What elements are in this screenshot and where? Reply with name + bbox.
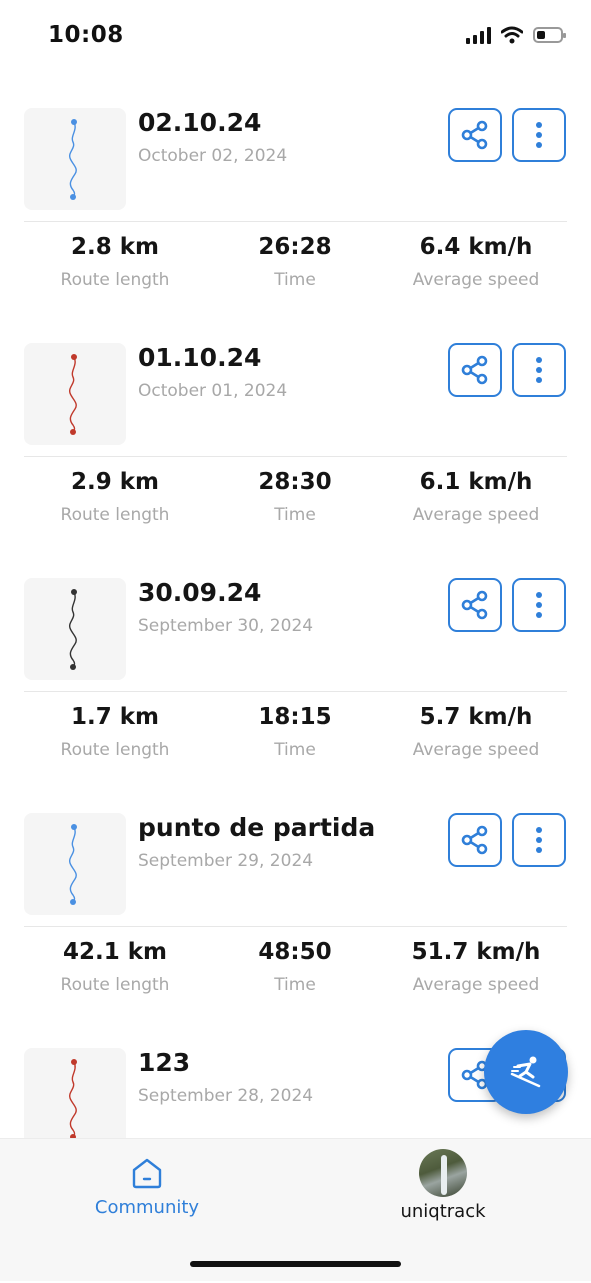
stat-time: 18:15 Time [205,704,385,760]
route-line [68,1059,77,1140]
share-icon [461,120,488,150]
time-label: Time [274,975,316,995]
share-button[interactable] [448,108,502,162]
stat-average-speed: 51.7 km/h Average speed [386,939,566,995]
time-label: Time [274,740,316,760]
speed-value: 51.7 km/h [411,939,541,965]
speed-value: 5.7 km/h [419,704,533,730]
nav-profile[interactable]: uniqtrack [378,1149,508,1222]
route-length-label: Route length [60,740,170,760]
share-icon [461,825,488,855]
stat-average-speed: 5.7 km/h Average speed [386,704,566,760]
route-thumbnail[interactable] [24,813,126,915]
stat-route-length: 2.9 km Route length [25,469,205,525]
stat-route-length: 2.8 km Route length [25,234,205,290]
route-length-label: Route length [60,975,170,995]
speed-label: Average speed [412,270,540,290]
nav-profile-label: uniqtrack [400,1201,486,1222]
track-date: September 29, 2024 [138,851,314,871]
track-date: September 30, 2024 [138,616,314,636]
share-button[interactable] [448,578,502,632]
speed-value: 6.1 km/h [419,469,533,495]
speed-value: 6.4 km/h [419,234,533,260]
status-bar: 10:08 [0,0,591,76]
wifi-icon [501,26,523,44]
track-card[interactable]: 02.10.24 October 02, 2024 2.8 km Route l… [0,108,591,343]
route-length-value: 2.9 km [70,469,159,495]
more-options-button[interactable] [512,578,566,632]
nav-community[interactable]: Community [76,1157,218,1218]
time-value: 18:15 [258,704,332,730]
home-indicator [190,1261,401,1267]
track-date: October 02, 2024 [138,146,288,166]
route-length-value: 42.1 km [62,939,168,965]
route-thumbnail[interactable] [24,343,126,445]
route-thumbnail[interactable] [24,108,126,210]
stat-time: 26:28 Time [205,234,385,290]
stat-time: 28:30 Time [205,469,385,525]
bottom-nav: Community uniqtrack [0,1138,591,1281]
more-vertical-icon [536,592,542,618]
status-time: 10:08 [48,22,124,48]
share-icon [461,590,488,620]
status-icons [466,26,566,44]
divider [24,456,567,457]
share-icon [461,355,488,385]
nav-community-label: Community [94,1197,200,1218]
more-vertical-icon [536,122,542,148]
route-length-label: Route length [60,270,170,290]
time-value: 28:30 [258,469,332,495]
stat-route-length: 42.1 km Route length [25,939,205,995]
route-thumbnail[interactable] [24,578,126,680]
more-options-button[interactable] [512,813,566,867]
more-options-button[interactable] [512,108,566,162]
track-title: 02.10.24 [138,108,262,137]
time-value: 26:28 [258,234,332,260]
track-date: October 01, 2024 [138,381,288,401]
track-date: September 28, 2024 [138,1086,314,1106]
speed-label: Average speed [412,975,540,995]
route-thumbnail[interactable] [24,1048,126,1150]
route-length-value: 1.7 km [70,704,159,730]
start-tracking-button[interactable] [484,1030,568,1114]
route-line [68,824,77,905]
stat-average-speed: 6.1 km/h Average speed [386,469,566,525]
track-card[interactable]: 30.09.24 September 30, 2024 1.7 km Route [0,578,591,813]
time-label: Time [274,505,316,525]
time-label: Time [274,270,316,290]
signal-bars-icon [466,26,491,44]
battery-icon [533,27,566,43]
time-value: 48:50 [258,939,332,965]
route-length-value: 2.8 km [70,234,159,260]
more-vertical-icon [536,357,542,383]
route-line [68,589,77,670]
more-options-button[interactable] [512,343,566,397]
speed-label: Average speed [412,740,540,760]
track-card[interactable]: 01.10.24 October 01, 2024 2.9 km Route l… [0,343,591,578]
stat-route-length: 1.7 km Route length [25,704,205,760]
route-length-label: Route length [60,505,170,525]
track-title: 01.10.24 [138,343,262,372]
track-title: 123 [138,1048,191,1077]
route-line [68,354,77,435]
share-button[interactable] [448,813,502,867]
track-title: punto de partida [138,813,376,842]
stat-average-speed: 6.4 km/h Average speed [386,234,566,290]
skier-icon [510,1056,541,1088]
track-title: 30.09.24 [138,578,262,607]
divider [24,691,567,692]
share-button[interactable] [448,343,502,397]
more-vertical-icon [536,827,542,853]
speed-label: Average speed [412,505,540,525]
track-card[interactable]: punto de partida September 29, 2024 42.1… [0,813,591,1048]
route-line [68,119,77,200]
avatar [419,1149,467,1197]
divider [24,221,567,222]
stat-time: 48:50 Time [205,939,385,995]
divider [24,926,567,927]
home-icon [132,1158,162,1189]
